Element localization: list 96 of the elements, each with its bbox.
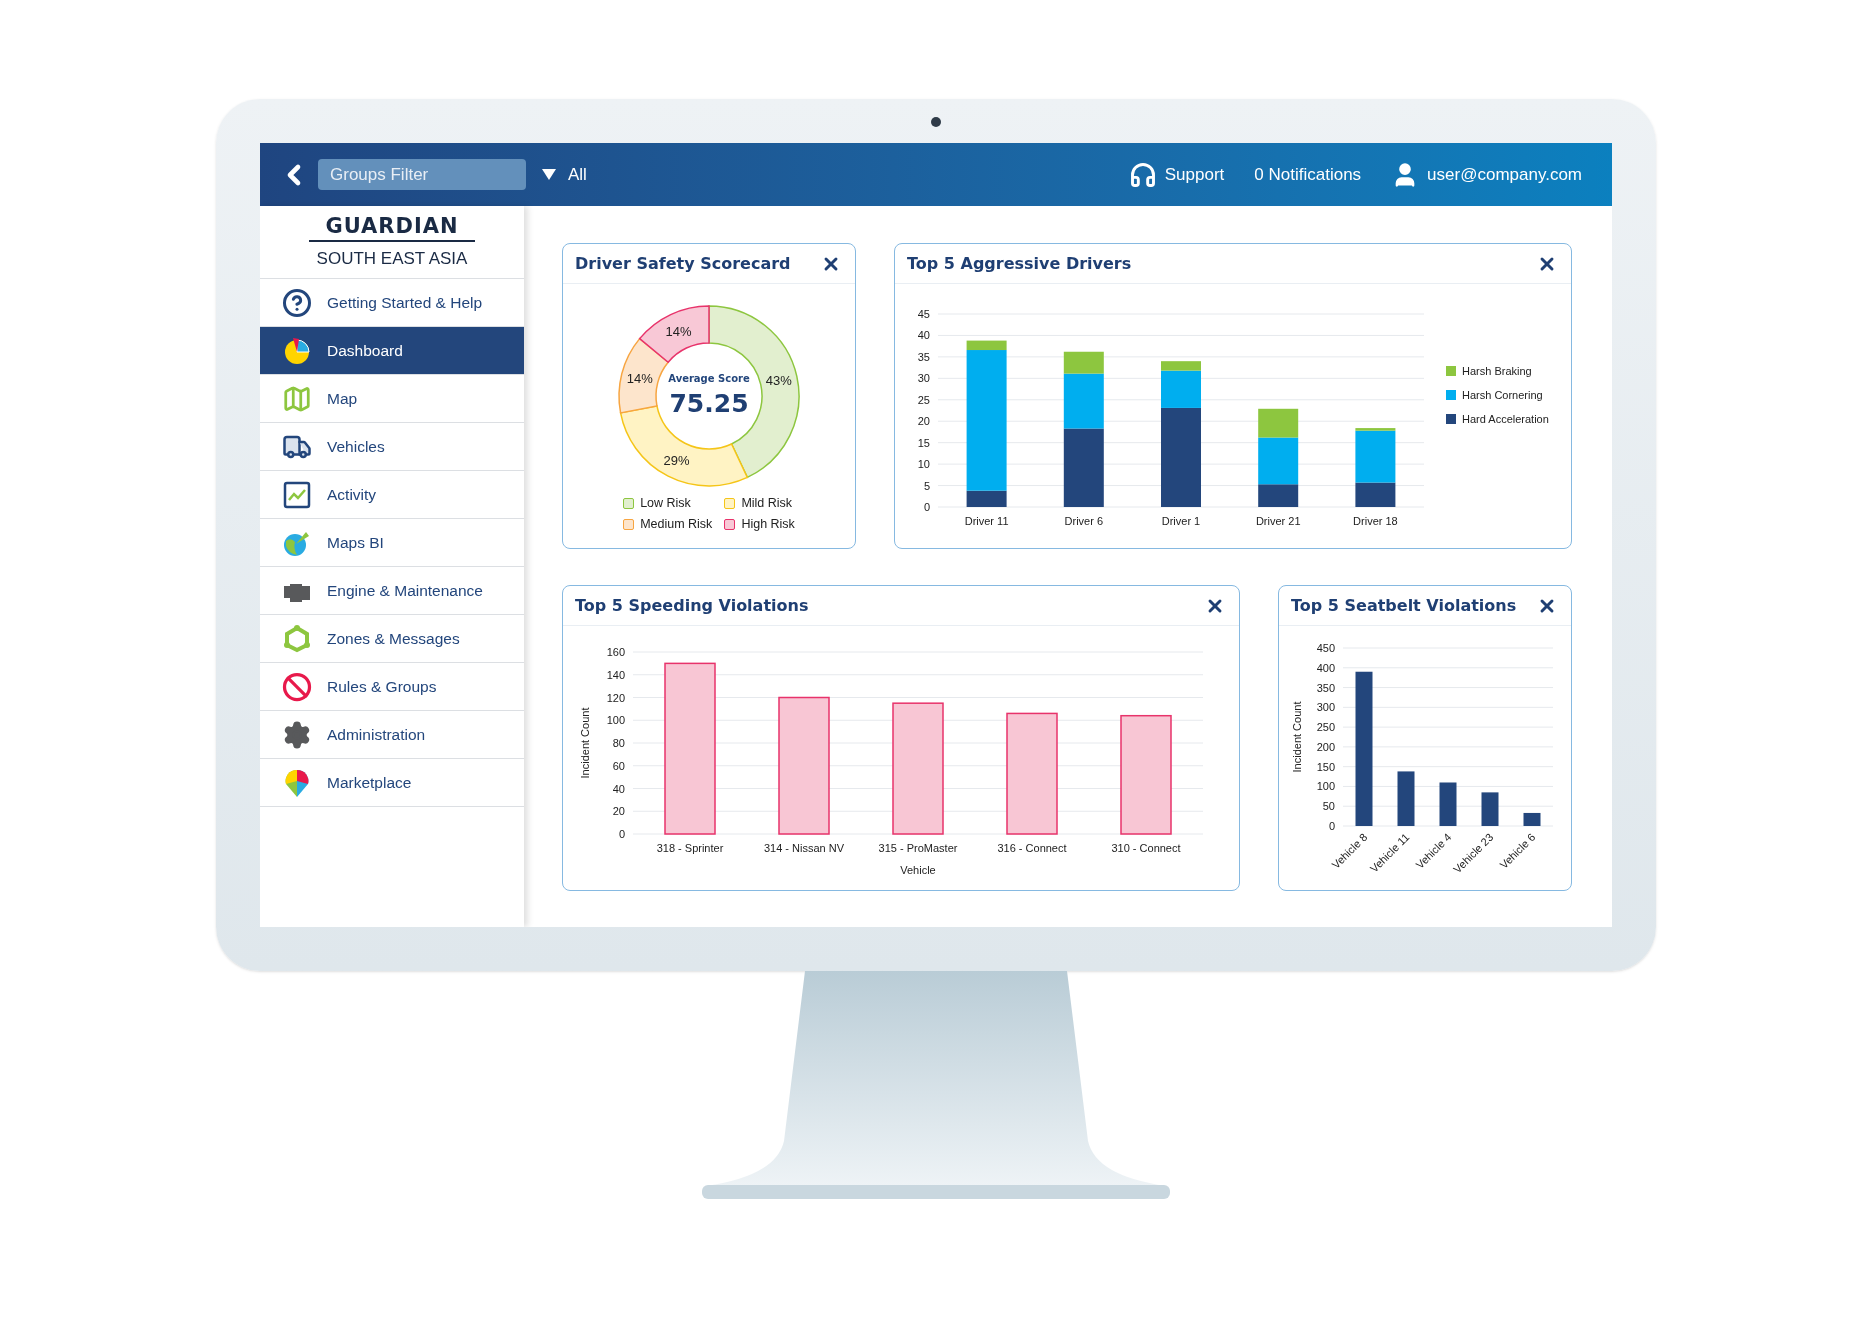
- axis-tick-label: 25: [917, 393, 930, 406]
- axis-tick-label: 0: [618, 828, 625, 840]
- slice-label: 14%: [665, 324, 692, 340]
- legend-label: Harsh Braking: [1462, 365, 1532, 377]
- axis-tick-label: 100: [606, 714, 625, 727]
- bar: [1523, 812, 1541, 826]
- y-axis-title: Incident Count: [1291, 701, 1303, 773]
- category-label: 314 - Nissan NV: [763, 842, 845, 854]
- headset-icon: [1128, 160, 1157, 189]
- notifications-link[interactable]: 0 Notifications: [1254, 161, 1362, 188]
- axis-tick-label: 0: [923, 501, 930, 513]
- sidebar-item[interactable]: Getting Started & Help: [260, 278, 524, 326]
- axis-tick-label: 350: [1316, 681, 1335, 694]
- axis-tick-label: 120: [606, 691, 625, 704]
- slice-label: 29%: [663, 452, 690, 468]
- category-label: 310 - Connect: [1111, 842, 1181, 854]
- axis-tick-label: 100: [1316, 780, 1335, 793]
- axis-tick-label: 400: [1316, 661, 1335, 674]
- category-label: Driver 6: [1064, 515, 1104, 527]
- category-label: Driver 21: [1255, 515, 1301, 527]
- sidebar-item[interactable]: Administration: [260, 710, 524, 758]
- sidebar-item[interactable]: Marketplace: [260, 758, 524, 806]
- category-label: Driver 18: [1353, 515, 1398, 527]
- axis-tick-label: 50: [1322, 800, 1335, 813]
- axis-tick-label: 30: [917, 372, 930, 385]
- help-icon: [282, 287, 312, 318]
- axis-tick-label: 20: [612, 805, 625, 818]
- axis-tick-label: 15: [917, 436, 930, 449]
- legend-label: Mild Risk: [741, 495, 793, 512]
- prohibited-icon: [282, 671, 312, 702]
- legend-label: Harsh Cornering: [1462, 389, 1543, 401]
- legend-swatch: [1446, 414, 1456, 424]
- axis-tick-label: 150: [1316, 760, 1335, 773]
- gear-icon: [282, 719, 312, 750]
- axis-tick-label: 45: [917, 308, 930, 320]
- group-dropdown[interactable]: All: [542, 161, 587, 188]
- ring-icon: [282, 623, 312, 654]
- axis-tick-label: 10: [917, 458, 930, 471]
- legend-swatch: [1446, 366, 1456, 376]
- slice-label: 43%: [765, 373, 792, 389]
- axis-tick-label: 40: [917, 329, 930, 342]
- bar: [1439, 782, 1457, 826]
- axis-tick-label: 200: [1316, 740, 1335, 753]
- sidebar-item[interactable]: Rules & Groups: [260, 662, 524, 710]
- pie-chart-icon: [282, 335, 312, 366]
- brand-logo: GUARDIAN: [309, 212, 475, 243]
- bar: [1397, 771, 1415, 826]
- legend-swatch: [623, 518, 635, 530]
- average-score-label: Average Score: [668, 373, 750, 384]
- dropdown-triangle-icon: [542, 169, 556, 180]
- user-menu[interactable]: user@company.com: [1391, 160, 1582, 189]
- support-link[interactable]: Support: [1128, 160, 1225, 189]
- category-label: Driver 1: [1161, 515, 1201, 527]
- axis-tick-label: 160: [606, 646, 625, 658]
- slice-label: 14%: [626, 371, 653, 387]
- axis-tick-label: 140: [606, 668, 625, 681]
- axis-tick-label: 80: [612, 737, 625, 749]
- legend-label: Low Risk: [640, 495, 691, 512]
- category-label: 316 - Connect: [997, 842, 1067, 854]
- axis-tick-label: 450: [1316, 642, 1335, 654]
- x-axis-title: Vehicle: [900, 864, 936, 876]
- legend-label: High Risk: [741, 515, 795, 533]
- sidebar-item[interactable]: Vehicles: [260, 422, 524, 470]
- axis-tick-label: 20: [917, 415, 930, 428]
- widget-title: Top 5 Aggressive Drivers: [907, 252, 1132, 275]
- legend-swatch: [623, 497, 635, 509]
- bar: [1481, 792, 1499, 826]
- category-label: 318 - Sprinter: [656, 842, 724, 854]
- axis-tick-label: 0: [1328, 820, 1335, 832]
- widget-title: Driver Safety Scorecard: [575, 252, 791, 275]
- legend-swatch: [724, 497, 736, 509]
- axis-tick-label: 5: [923, 479, 930, 492]
- category-label: Driver 11: [964, 515, 1009, 527]
- trend-chart-icon: [282, 479, 312, 510]
- average-score-value: 75.25: [669, 389, 749, 418]
- legend-label: Medium Risk: [640, 515, 713, 533]
- widget-title: Top 5 Speeding Violations: [575, 594, 809, 617]
- axis-tick-label: 35: [917, 350, 930, 363]
- sidebar-item[interactable]: Maps BI: [260, 518, 524, 566]
- axis-tick-label: 40: [612, 782, 625, 795]
- axis-tick-label: 250: [1316, 721, 1335, 734]
- groups-filter-field[interactable]: Groups Filter: [318, 159, 526, 190]
- axis-tick-label: 300: [1316, 701, 1335, 714]
- brand-region: SOUTH EAST ASIA: [316, 248, 468, 271]
- sidebar-item[interactable]: Activity: [260, 470, 524, 518]
- widget-title: Top 5 Seatbelt Violations: [1291, 594, 1517, 617]
- sidebar-item[interactable]: Map: [260, 374, 524, 422]
- legend-label: Hard Acceleration: [1462, 413, 1549, 425]
- legend-swatch: [1446, 390, 1456, 400]
- sidebar-item[interactable]: Engine & Maintenance: [260, 566, 524, 614]
- sidebar-item[interactable]: Zones & Messages: [260, 614, 524, 662]
- sidebar-item[interactable]: Dashboard: [260, 326, 524, 374]
- legend-swatch: [724, 518, 736, 530]
- y-axis-title: Incident Count: [579, 707, 591, 779]
- category-label: 315 - ProMaster: [878, 842, 958, 854]
- axis-tick-label: 60: [612, 759, 625, 772]
